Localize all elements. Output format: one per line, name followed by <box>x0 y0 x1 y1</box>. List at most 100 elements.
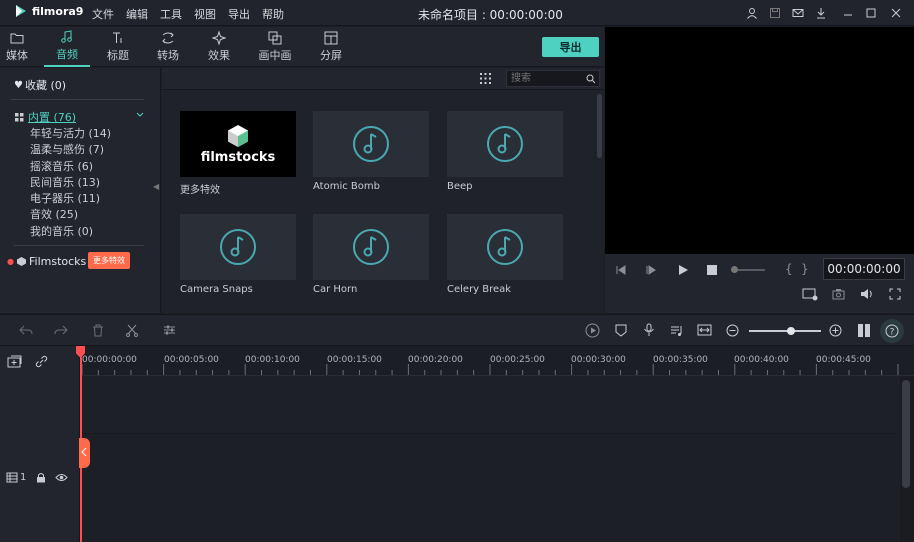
mark-in-icon[interactable]: { <box>785 262 793 276</box>
tab-audio-label: 音频 <box>56 48 78 61</box>
tab-titles[interactable]: 标题 <box>95 27 141 67</box>
eye-icon[interactable] <box>55 473 68 482</box>
stop-icon[interactable] <box>707 265 717 275</box>
save-icon[interactable] <box>767 5 783 21</box>
tab-transitions[interactable]: 转场 <box>145 27 191 67</box>
preview-progress-handle[interactable] <box>731 266 738 273</box>
tab-split-screen[interactable]: 分屏 <box>308 27 354 67</box>
subcategory-item[interactable]: 民间音乐 (13) <box>30 175 111 191</box>
microphone-icon[interactable] <box>643 323 655 337</box>
adjust-icon[interactable] <box>163 324 176 336</box>
tab-transitions-label: 转场 <box>157 49 179 62</box>
delete-icon[interactable] <box>92 324 104 337</box>
menu-export[interactable]: 导出 <box>228 6 250 22</box>
fit-timeline-icon[interactable] <box>697 324 712 336</box>
fullscreen-icon[interactable] <box>889 288 901 300</box>
subcategory-item[interactable]: 温柔与感伤 (7) <box>30 142 111 158</box>
builtin-category[interactable]: 内置 (76) <box>15 109 76 125</box>
export-button[interactable]: 导出 <box>542 37 599 57</box>
ruler-tick-label: 00:00:45:00 <box>816 355 871 365</box>
ruler-tick-label: 00:00:00:00 <box>82 355 137 365</box>
filmstocks-thumbnail: filmstocks <box>180 111 296 177</box>
tab-media-label: 媒体 <box>6 49 28 62</box>
media-item-audio[interactable]: Car Horn <box>313 214 429 295</box>
tab-split-screen-label: 分屏 <box>320 49 342 62</box>
menu-view[interactable]: 视图 <box>194 6 216 22</box>
mail-icon[interactable] <box>790 5 806 21</box>
category-sidebar: ♥ 收藏 (0) 内置 (76) 年轻与活力 (14) 温柔与感伤 (7) 摇滚… <box>0 68 161 313</box>
playhead-drag-handle[interactable] <box>79 438 90 468</box>
play-reverse-icon[interactable] <box>645 264 657 276</box>
media-scrollbar[interactable] <box>597 94 602 158</box>
timeline-track-row[interactable] <box>80 376 900 434</box>
ruler-tick-label: 00:00:15:00 <box>327 355 382 365</box>
zoom-in-icon[interactable] <box>829 324 842 337</box>
title-text-icon <box>113 32 122 43</box>
close-icon[interactable] <box>888 5 904 21</box>
play-icon[interactable] <box>677 264 689 276</box>
menu-tools[interactable]: 工具 <box>160 6 182 22</box>
media-item-audio[interactable]: Atomic Bomb <box>313 111 429 192</box>
tab-audio[interactable]: 音频 <box>44 27 90 67</box>
split-screen-icon <box>324 31 338 45</box>
menu-file[interactable]: 文件 <box>92 6 114 22</box>
cut-icon[interactable] <box>126 324 138 337</box>
heart-icon: ♥ <box>14 79 23 91</box>
marker-icon[interactable] <box>615 324 627 337</box>
prev-frame-icon[interactable] <box>615 264 627 276</box>
preview-window[interactable] <box>605 27 914 254</box>
timeline-scrollbar-thumb[interactable] <box>902 380 910 488</box>
menu-help[interactable]: 帮助 <box>262 6 284 22</box>
more-effects-badge[interactable]: 更多特效 <box>88 252 130 269</box>
transition-icon <box>162 32 174 44</box>
media-item-audio[interactable]: Celery Break <box>447 214 563 295</box>
zoom-out-icon[interactable] <box>726 324 739 337</box>
tab-effects-label: 效果 <box>208 49 230 62</box>
media-item-label: Celery Break <box>447 284 512 295</box>
chevron-down-icon[interactable] <box>136 112 144 118</box>
subcategory-item[interactable]: 年轻与活力 (14) <box>30 126 111 142</box>
snapshot-icon[interactable] <box>832 288 845 300</box>
redo-icon[interactable] <box>54 324 68 336</box>
collapse-sidebar-icon[interactable]: ◀ <box>153 182 159 191</box>
render-preview-icon[interactable] <box>802 288 818 301</box>
media-item-audio[interactable]: Camera Snaps <box>180 214 296 295</box>
subcategory-item[interactable]: 电子器乐 (11) <box>30 191 111 207</box>
undo-icon[interactable] <box>19 324 33 336</box>
help-button[interactable]: ? <box>880 319 904 343</box>
tab-titles-label: 标题 <box>107 49 129 62</box>
media-item-label: Beep <box>447 181 473 192</box>
panel-layout-icon[interactable] <box>857 323 871 338</box>
account-icon[interactable] <box>744 5 760 21</box>
media-item-filmstocks[interactable]: filmstocks 更多特效 <box>180 111 296 196</box>
voiceover-icon[interactable] <box>670 324 683 337</box>
timeline-toolbar: ? <box>0 314 914 346</box>
music-disc-icon <box>353 126 389 162</box>
filmstocks-item[interactable]: ● Filmstocks <box>7 255 86 268</box>
tab-pip[interactable]: 画中画 <box>252 27 298 67</box>
media-item-label: 更多特效 <box>180 185 220 196</box>
add-track-icon[interactable] <box>7 355 22 368</box>
maximize-icon[interactable] <box>863 5 879 21</box>
minimize-icon[interactable] <box>840 5 856 21</box>
volume-icon[interactable] <box>860 288 874 300</box>
audio-thumbnail <box>447 214 563 280</box>
tab-effects[interactable]: 效果 <box>196 27 242 67</box>
media-item-audio[interactable]: Beep <box>447 111 563 192</box>
subcategory-item[interactable]: 音效 (25) <box>30 207 111 223</box>
grid-view-icon[interactable] <box>480 73 491 84</box>
tab-media[interactable]: 媒体 <box>0 27 40 67</box>
subcategory-item[interactable]: 我的音乐 (0) <box>30 224 111 240</box>
favorites-item[interactable]: ♥ 收藏 (0) <box>14 77 66 93</box>
lock-icon[interactable] <box>36 472 46 483</box>
zoom-slider-handle[interactable] <box>787 327 795 335</box>
menu-edit[interactable]: 编辑 <box>126 6 148 22</box>
search-icon[interactable] <box>586 74 596 84</box>
zoom-slider[interactable] <box>749 330 821 332</box>
render-icon[interactable] <box>585 323 600 338</box>
app-logo: filmora9 <box>14 4 83 18</box>
subcategory-item[interactable]: 摇滚音乐 (6) <box>30 159 111 175</box>
download-icon[interactable] <box>813 5 829 21</box>
mark-out-icon[interactable]: } <box>801 262 809 276</box>
link-icon[interactable] <box>35 355 48 368</box>
